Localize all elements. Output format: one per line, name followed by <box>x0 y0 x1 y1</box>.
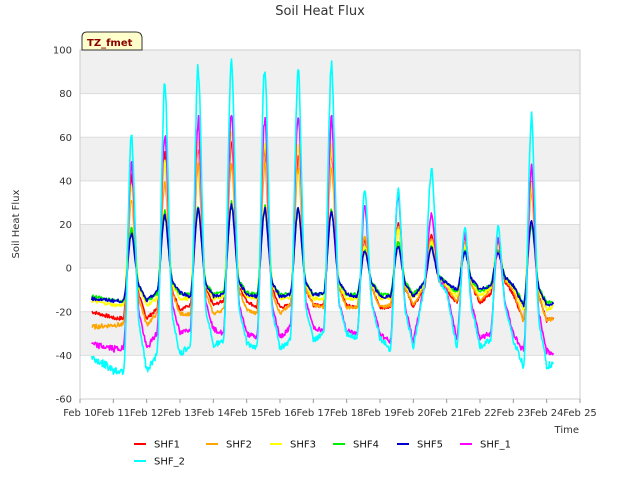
legend-item: SHF_2 <box>134 457 185 468</box>
y-tick-label: -60 <box>56 395 72 406</box>
legend-label: SHF2 <box>226 440 252 451</box>
legend-label: SHF5 <box>417 440 443 451</box>
legend-item: SHF1 <box>134 440 180 451</box>
legend-label: SHF_1 <box>480 440 511 451</box>
x-tick-label: Feb 22 <box>463 408 497 419</box>
legend-item: SHF3 <box>270 440 316 451</box>
site-tag-label: TZ_fmet <box>87 38 133 49</box>
x-axis-label: Time <box>554 425 579 436</box>
x-tick-label: Feb 10 <box>63 408 97 419</box>
x-tick-label: Feb 17 <box>297 408 331 419</box>
legend-item: SHF4 <box>333 440 379 451</box>
site-tag: TZ_fmet <box>81 31 143 51</box>
x-tick-label: Feb 16 <box>263 408 297 419</box>
legend-item: SHF2 <box>206 440 252 451</box>
legend-item: SHF_1 <box>460 440 511 451</box>
y-tick-label: 60 <box>59 133 72 144</box>
x-tick-label: Feb 15 <box>230 408 264 419</box>
y-tick-label: 20 <box>59 220 72 231</box>
plot-band <box>80 224 580 269</box>
legend-item: SHF5 <box>397 440 443 451</box>
legend: SHF1 SHF2 SHF3 SHF4 SHF5 SHF_1 SHF_2 <box>134 440 511 468</box>
y-tick-label: 40 <box>59 176 72 187</box>
y-tick-label: 0 <box>66 264 72 275</box>
chart-title: Soil Heat Flux <box>275 4 365 19</box>
x-tick-label: Feb 25 <box>563 408 597 419</box>
legend-label: SHF4 <box>353 440 379 451</box>
x-tick-label: Feb 24 <box>530 408 564 419</box>
x-tick-label: Feb 19 <box>363 408 397 419</box>
x-tick-label: Feb 12 <box>130 408 164 419</box>
chart: Soil Heat Flux -60 -40 -20 0 20 40 60 80 100 Feb… <box>11 4 597 468</box>
x-tick-label: Feb 20 <box>397 408 431 419</box>
x-tick-label: Feb 14 <box>197 408 231 419</box>
x-tick-labels: Feb 10 Feb 11 Feb 12 Feb 13 Feb 14 Feb 15 Feb … <box>63 399 597 419</box>
legend-label: SHF1 <box>154 440 180 451</box>
x-tick-label: Feb 11 <box>97 408 131 419</box>
y-tick-label: -40 <box>56 351 72 362</box>
y-tick-labels: -60 -40 -20 0 20 40 60 80 100 <box>53 46 72 406</box>
x-tick-label: Feb 13 <box>163 408 197 419</box>
y-tick-label: 80 <box>59 89 72 100</box>
y-axis-label: Soil Heat Flux <box>11 189 22 258</box>
x-tick-label: Feb 18 <box>330 408 364 419</box>
y-tick-label: 100 <box>53 46 72 57</box>
legend-label: SHF3 <box>290 440 316 451</box>
legend-label: SHF_2 <box>154 457 185 468</box>
x-tick-label: Feb 23 <box>497 408 531 419</box>
y-tick-label: -20 <box>56 307 72 318</box>
x-tick-label: Feb 21 <box>430 408 464 419</box>
